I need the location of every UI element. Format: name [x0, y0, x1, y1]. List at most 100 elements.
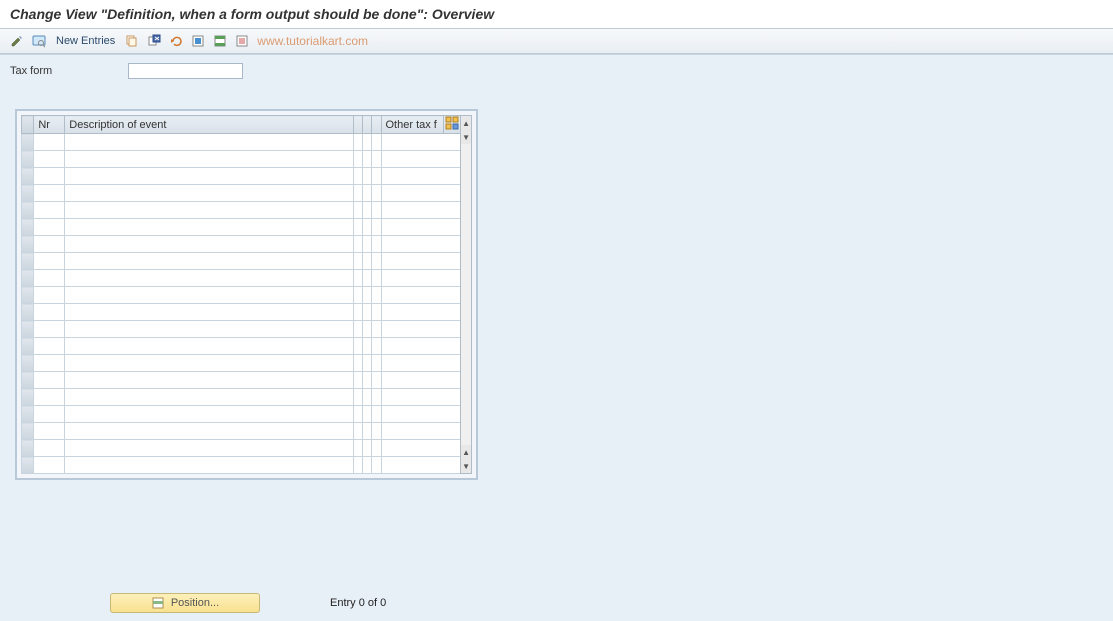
cell-n1[interactable]: [353, 304, 362, 321]
cell-n2[interactable]: [362, 253, 371, 270]
row-selector[interactable]: [22, 151, 34, 168]
cell-description[interactable]: [65, 440, 353, 457]
cell-description[interactable]: [65, 372, 353, 389]
cell-n1[interactable]: [353, 406, 362, 423]
row-selector[interactable]: [22, 304, 34, 321]
row-selector[interactable]: [22, 219, 34, 236]
col-header-n2[interactable]: [362, 116, 371, 134]
row-selector[interactable]: [22, 270, 34, 287]
table-row[interactable]: [22, 253, 461, 270]
table-row[interactable]: [22, 236, 461, 253]
cell-nr[interactable]: [34, 134, 65, 151]
cell-other-tax[interactable]: [381, 457, 461, 474]
cell-other-tax[interactable]: [381, 236, 461, 253]
tax-form-input[interactable]: [128, 63, 243, 79]
table-row[interactable]: [22, 287, 461, 304]
row-selector[interactable]: [22, 423, 34, 440]
cell-n1[interactable]: [353, 219, 362, 236]
cell-description[interactable]: [65, 304, 353, 321]
cell-n1[interactable]: [353, 389, 362, 406]
cell-description[interactable]: [65, 253, 353, 270]
cell-n1[interactable]: [353, 338, 362, 355]
cell-n2[interactable]: [362, 457, 371, 474]
row-selector[interactable]: [22, 372, 34, 389]
cell-n2[interactable]: [362, 440, 371, 457]
cell-nr[interactable]: [34, 406, 65, 423]
cell-n3[interactable]: [372, 338, 381, 355]
table-row[interactable]: [22, 151, 461, 168]
table-row[interactable]: [22, 457, 461, 474]
cell-n1[interactable]: [353, 134, 362, 151]
cell-other-tax[interactable]: [381, 321, 461, 338]
cell-n3[interactable]: [372, 168, 381, 185]
cell-description[interactable]: [65, 134, 353, 151]
cell-other-tax[interactable]: [381, 440, 461, 457]
select-all-icon[interactable]: [189, 32, 207, 50]
table-row[interactable]: [22, 134, 461, 151]
cell-other-tax[interactable]: [381, 304, 461, 321]
table-row[interactable]: [22, 270, 461, 287]
toggle-display-change-icon[interactable]: [8, 32, 26, 50]
cell-n3[interactable]: [372, 457, 381, 474]
table-row[interactable]: [22, 406, 461, 423]
table-row[interactable]: [22, 321, 461, 338]
cell-nr[interactable]: [34, 236, 65, 253]
table-row[interactable]: [22, 423, 461, 440]
cell-nr[interactable]: [34, 457, 65, 474]
row-selector[interactable]: [22, 321, 34, 338]
scroll-down-arrow-icon[interactable]: ▼: [461, 459, 471, 473]
cell-other-tax[interactable]: [381, 253, 461, 270]
row-selector[interactable]: [22, 338, 34, 355]
cell-n3[interactable]: [372, 185, 381, 202]
cell-n3[interactable]: [372, 423, 381, 440]
select-block-icon[interactable]: [211, 32, 229, 50]
cell-nr[interactable]: [34, 389, 65, 406]
cell-n3[interactable]: [372, 287, 381, 304]
cell-n3[interactable]: [372, 440, 381, 457]
cell-description[interactable]: [65, 202, 353, 219]
cell-nr[interactable]: [34, 440, 65, 457]
cell-n1[interactable]: [353, 423, 362, 440]
cell-other-tax[interactable]: [381, 423, 461, 440]
cell-description[interactable]: [65, 236, 353, 253]
cell-nr[interactable]: [34, 202, 65, 219]
cell-nr[interactable]: [34, 168, 65, 185]
cell-n1[interactable]: [353, 372, 362, 389]
table-row[interactable]: [22, 304, 461, 321]
cell-description[interactable]: [65, 270, 353, 287]
cell-n1[interactable]: [353, 185, 362, 202]
vertical-scrollbar[interactable]: ▲ ▼ ▲ ▼: [460, 115, 472, 474]
cell-nr[interactable]: [34, 355, 65, 372]
row-selector[interactable]: [22, 253, 34, 270]
cell-n2[interactable]: [362, 338, 371, 355]
cell-nr[interactable]: [34, 151, 65, 168]
cell-n2[interactable]: [362, 270, 371, 287]
cell-description[interactable]: [65, 355, 353, 372]
cell-n3[interactable]: [372, 253, 381, 270]
cell-other-tax[interactable]: [381, 134, 461, 151]
cell-n1[interactable]: [353, 440, 362, 457]
cell-other-tax[interactable]: [381, 219, 461, 236]
cell-nr[interactable]: [34, 321, 65, 338]
cell-n2[interactable]: [362, 287, 371, 304]
new-entries-button[interactable]: New Entries: [52, 33, 119, 49]
cell-nr[interactable]: [34, 372, 65, 389]
cell-n3[interactable]: [372, 372, 381, 389]
col-header-other-tax[interactable]: Other tax f: [381, 116, 443, 134]
cell-n2[interactable]: [362, 423, 371, 440]
cell-nr[interactable]: [34, 338, 65, 355]
cell-n1[interactable]: [353, 151, 362, 168]
row-selector[interactable]: [22, 389, 34, 406]
delete-icon[interactable]: [145, 32, 163, 50]
cell-other-tax[interactable]: [381, 287, 461, 304]
cell-description[interactable]: [65, 423, 353, 440]
scroll-step-up-icon[interactable]: ▲: [461, 445, 471, 459]
table-row[interactable]: [22, 440, 461, 457]
cell-description[interactable]: [65, 151, 353, 168]
cell-n2[interactable]: [362, 202, 371, 219]
cell-other-tax[interactable]: [381, 406, 461, 423]
table-row[interactable]: [22, 338, 461, 355]
cell-n1[interactable]: [353, 355, 362, 372]
cell-n3[interactable]: [372, 270, 381, 287]
cell-n1[interactable]: [353, 236, 362, 253]
